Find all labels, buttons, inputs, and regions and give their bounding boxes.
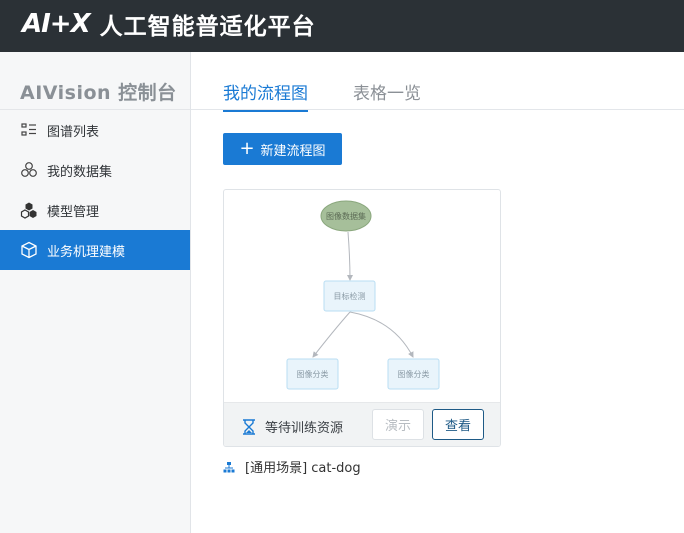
sidebar-item-model-management[interactable]: 模型管理 xyxy=(0,190,190,230)
top-bar: AI+X 人工智能普适化平台 xyxy=(0,0,684,52)
training-status: 等待训练资源 xyxy=(242,417,343,436)
sidebar: AIVision 控制台 图谱列表 我的数据集 模型管理 业务机理建模 xyxy=(0,52,191,533)
sidebar-item-graph-list[interactable]: 图谱列表 xyxy=(0,110,190,150)
tab-table-overview[interactable]: 表格一览 xyxy=(353,79,421,104)
sidebar-menu: 图谱列表 我的数据集 模型管理 业务机理建模 xyxy=(0,109,190,270)
node-image-classification-a: 图像分类 xyxy=(286,358,339,390)
node-image-classification-b-label: 图像分类 xyxy=(398,369,430,379)
new-flowchart-label: 新建流程图 xyxy=(260,143,326,159)
sidebar-item-my-datasets[interactable]: 我的数据集 xyxy=(0,150,190,190)
training-status-text: 等待训练资源 xyxy=(265,421,344,436)
flowchart-name: [通用场景] cat-dog xyxy=(245,461,361,476)
console-title: AIVision 控制台 xyxy=(20,82,177,104)
main-content: 我的流程图 表格一览 + 新建流程图 图像数据集 目标检测 图像分类 图像分类 … xyxy=(191,52,684,533)
cube-icon xyxy=(20,241,38,259)
node-image-classification-b: 图像分类 xyxy=(387,358,440,390)
sidebar-item-label: 图谱列表 xyxy=(47,124,100,140)
edge-detect-classify-a xyxy=(312,311,351,358)
sidebar-item-label: 我的数据集 xyxy=(47,164,113,180)
demo-button[interactable]: 演示 xyxy=(372,409,424,440)
dataset-icon xyxy=(20,161,38,179)
flowchart-card[interactable]: 图像数据集 目标检测 图像分类 图像分类 等待训练资源 演示 查看 xyxy=(223,189,501,447)
node-object-detection-label: 目标检测 xyxy=(334,291,366,301)
node-image-classification-a-label: 图像分类 xyxy=(297,369,329,379)
platform-title: 人工智能普适化平台 xyxy=(99,14,316,40)
tab-my-flowcharts[interactable]: 我的流程图 xyxy=(223,79,308,112)
sidebar-item-business-modeling[interactable]: 业务机理建模 xyxy=(0,230,190,270)
hourglass-icon xyxy=(243,418,255,435)
node-object-detection: 目标检测 xyxy=(323,280,376,312)
flowchart-caption[interactable]: [通用场景] cat-dog xyxy=(223,457,361,476)
brand-logo: AI+X xyxy=(22,9,91,39)
plus-icon: + xyxy=(239,138,255,159)
node-image-dataset: 图像数据集 xyxy=(320,200,372,232)
card-footer: 等待训练资源 演示 查看 xyxy=(224,402,500,446)
sidebar-item-label: 模型管理 xyxy=(47,204,100,220)
brand[interactable]: AI+X 人工智能普适化平台 xyxy=(22,6,316,42)
view-button[interactable]: 查看 xyxy=(432,409,484,440)
edge-detect-classify-b xyxy=(349,311,414,358)
node-image-dataset-label: 图像数据集 xyxy=(326,211,366,221)
tab-bar: 我的流程图 表格一览 xyxy=(191,52,684,112)
sidebar-item-label: 业务机理建模 xyxy=(47,244,126,260)
flowchart-preview: 图像数据集 目标检测 图像分类 图像分类 xyxy=(286,200,440,390)
list-icon xyxy=(20,121,38,139)
model-cubes-icon xyxy=(20,201,38,219)
new-flowchart-button[interactable]: + 新建流程图 xyxy=(223,133,342,165)
flowchart-icon xyxy=(223,461,235,472)
edge-source-detect xyxy=(346,231,353,281)
